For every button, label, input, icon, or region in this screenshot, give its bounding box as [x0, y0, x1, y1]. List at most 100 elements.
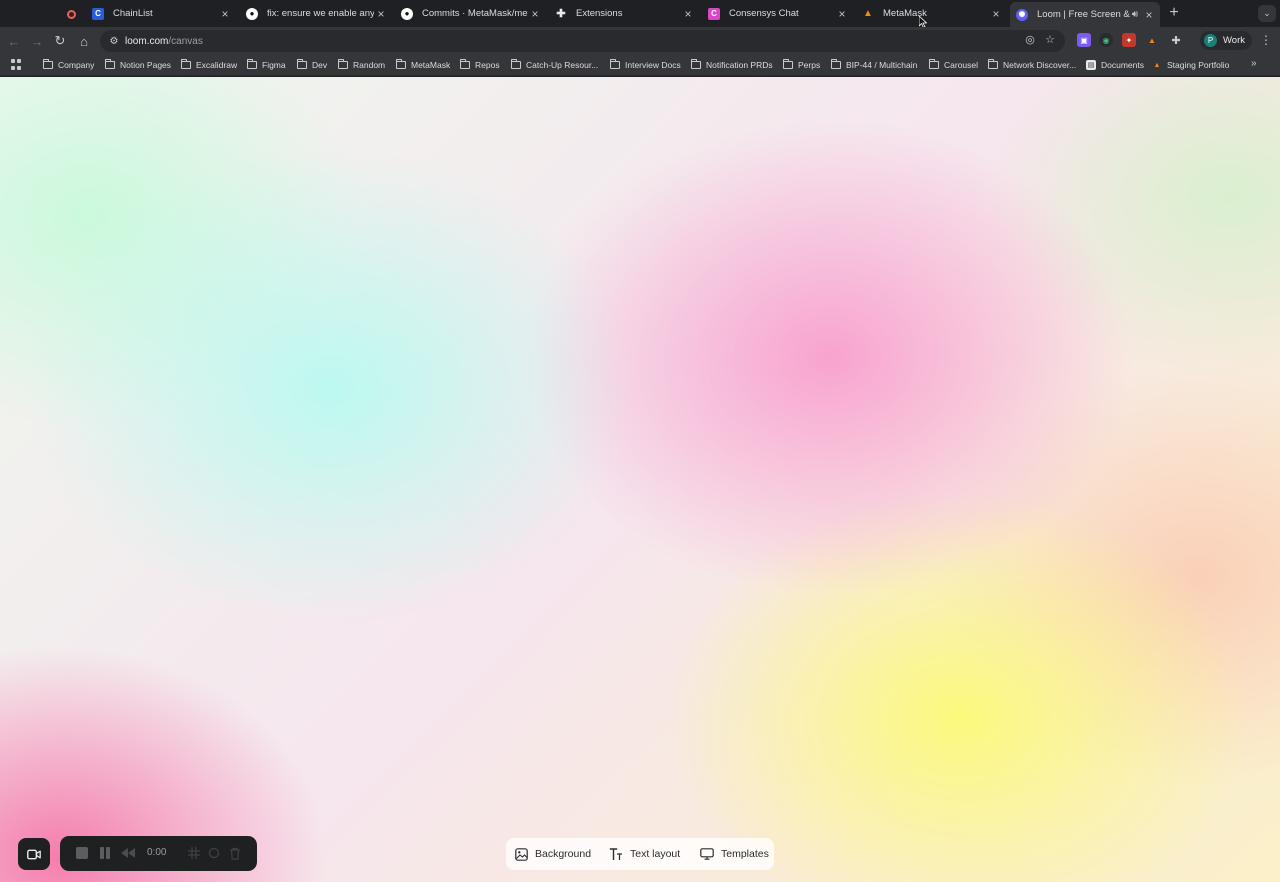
restart-icon [208, 847, 220, 859]
bookmark-star-icon[interactable]: ☆ [1043, 32, 1057, 46]
camera-toggle-button[interactable] [18, 838, 50, 870]
profile-label: Work [1223, 35, 1245, 46]
tab-consensys-chat[interactable]: C Consensys Chat × [702, 3, 853, 24]
bookmark-folder[interactable]: Excalidraw [181, 59, 237, 71]
tab-chainlist[interactable]: C ChainList × [86, 3, 236, 24]
speaker-icon[interactable]: 🔊︎ [1132, 9, 1138, 20]
tab-github-commits[interactable]: ● Commits · MetaMask/metamask × [395, 3, 546, 24]
bookmark-folder[interactable]: Dev [297, 59, 327, 71]
avatar: P [1204, 34, 1217, 47]
video-camera-icon [27, 849, 41, 859]
recording-timer: 0:00 [147, 847, 167, 858]
close-icon[interactable]: × [528, 7, 542, 21]
pause-button[interactable] [98, 846, 112, 860]
metamask-extension-icon[interactable]: ▲ [1145, 33, 1159, 47]
bookmark-folder[interactable]: Catch-Up Resour... [511, 59, 598, 71]
bookmark-folder[interactable]: Perps [783, 59, 820, 71]
bookmark-folder[interactable]: Carousel [929, 59, 978, 71]
red-extension-icon[interactable]: ✦ [1122, 33, 1136, 47]
tab-strip: C ChainList × ● fix: ensure we enable an… [0, 0, 1280, 28]
chainlist-icon: C [92, 7, 104, 20]
puzzle-icon: ✚ [556, 8, 566, 20]
eye-off-icon[interactable]: ◎ [1023, 32, 1037, 46]
loom-canvas-gradient-background [0, 77, 1280, 882]
trash-icon [230, 847, 240, 860]
bookmark-folder[interactable]: Network Discover... [988, 59, 1076, 71]
close-icon[interactable]: × [989, 7, 1003, 21]
tab-search-chevron-icon[interactable]: ⌄ [1258, 5, 1276, 22]
stop-button[interactable] [75, 846, 89, 860]
rewind-icon [121, 848, 135, 858]
folder-icon [247, 59, 257, 69]
folder-icon [511, 59, 521, 69]
templates-button[interactable]: Templates [700, 846, 769, 862]
back-arrow-icon[interactable]: ← [6, 33, 22, 49]
grid-button[interactable] [187, 846, 201, 860]
extensions-puzzle-icon[interactable]: ✚ [1169, 33, 1183, 47]
folder-icon [338, 59, 348, 69]
folder-icon [297, 59, 307, 69]
recording-controls: 0:00 [60, 836, 257, 871]
close-icon[interactable]: × [835, 7, 849, 21]
document-icon: ▤ [1086, 60, 1096, 70]
close-icon[interactable]: × [218, 7, 232, 21]
pause-icon [100, 847, 110, 859]
home-icon[interactable]: ⌂ [76, 33, 92, 49]
folder-icon [783, 59, 793, 69]
github-icon: ● [401, 7, 413, 20]
new-tab-button[interactable]: + [1166, 5, 1182, 21]
tab-loom[interactable]: ✺ Loom | Free Screen & Video Recording 🔊… [1010, 2, 1160, 27]
tab-metamask[interactable]: ▲ MetaMask × [856, 3, 1007, 24]
bookmark-folder[interactable]: Random [338, 59, 385, 71]
bookmark-folder[interactable]: MetaMask [396, 59, 450, 71]
loom-icon: ✺ [1016, 8, 1028, 21]
rewind-button[interactable] [121, 846, 135, 860]
close-icon[interactable]: × [374, 7, 388, 21]
bookmarks-overflow-icon[interactable]: » [1251, 58, 1257, 69]
text-layout-button[interactable]: Text layout [609, 846, 680, 862]
text-size-icon [609, 847, 622, 860]
tab-extensions[interactable]: ✚ Extensions × [549, 3, 699, 24]
folder-icon [43, 59, 53, 69]
bookmark-link[interactable]: ▤ Documents [1086, 59, 1144, 71]
hash-grid-icon [188, 847, 200, 859]
metamask-fox-icon: ▲ [863, 8, 873, 19]
delete-button[interactable] [228, 846, 242, 860]
more-menu-icon[interactable]: ⋮ [1259, 33, 1273, 49]
bookmark-folder[interactable]: Notion Pages [105, 59, 171, 71]
browser-toolbar: ← → ↻ ⌂ ⚙ loom.com/canvas ◎ ☆ ▣ ◉ ✦ ▲ ✚ … [0, 27, 1280, 54]
consensys-chat-icon: C [708, 7, 720, 20]
bookmark-folder[interactable]: Notification PRDs [691, 59, 773, 71]
reload-icon[interactable]: ↻ [52, 33, 68, 49]
address-bar[interactable]: ⚙ loom.com/canvas [100, 30, 1065, 52]
folder-icon [831, 59, 841, 69]
close-icon[interactable]: × [1142, 8, 1156, 22]
folder-icon [460, 59, 470, 69]
tab-github-fix[interactable]: ● fix: ensure we enable any missing × [240, 3, 392, 24]
green-circle-extension-icon[interactable]: ◉ [1099, 33, 1113, 47]
forward-arrow-icon[interactable]: → [29, 33, 45, 49]
apps-grid-icon[interactable] [11, 59, 22, 70]
bookmark-folder[interactable]: BIP-44 / Multichain [831, 59, 917, 71]
bookmark-link[interactable]: ▲ Staging Portfolio [1152, 59, 1230, 71]
background-button[interactable]: Background [515, 846, 591, 862]
bookmark-folder[interactable]: Figma [247, 59, 286, 71]
bookmark-folder[interactable]: Interview Docs [610, 59, 681, 71]
bookmark-folder[interactable]: Repos [460, 59, 500, 71]
folder-icon [105, 59, 115, 69]
github-icon: ● [246, 7, 258, 20]
close-icon[interactable]: × [681, 7, 695, 21]
stop-icon [76, 847, 88, 859]
restart-button[interactable] [207, 846, 221, 860]
site-info-icon[interactable]: ⚙ [106, 33, 122, 49]
profile-button[interactable]: P Work [1200, 31, 1252, 50]
metamask-fox-icon: ▲ [1153, 61, 1161, 69]
recording-indicator-icon [64, 7, 78, 21]
url-host: loom.com [125, 35, 169, 47]
monitor-icon [700, 848, 714, 860]
url-path: /canvas [168, 35, 203, 47]
loom-extension-icon[interactable]: ▣ [1077, 33, 1091, 47]
folder-icon [691, 59, 701, 69]
bookmark-folder[interactable]: Company [43, 59, 94, 71]
folder-icon [610, 59, 620, 69]
